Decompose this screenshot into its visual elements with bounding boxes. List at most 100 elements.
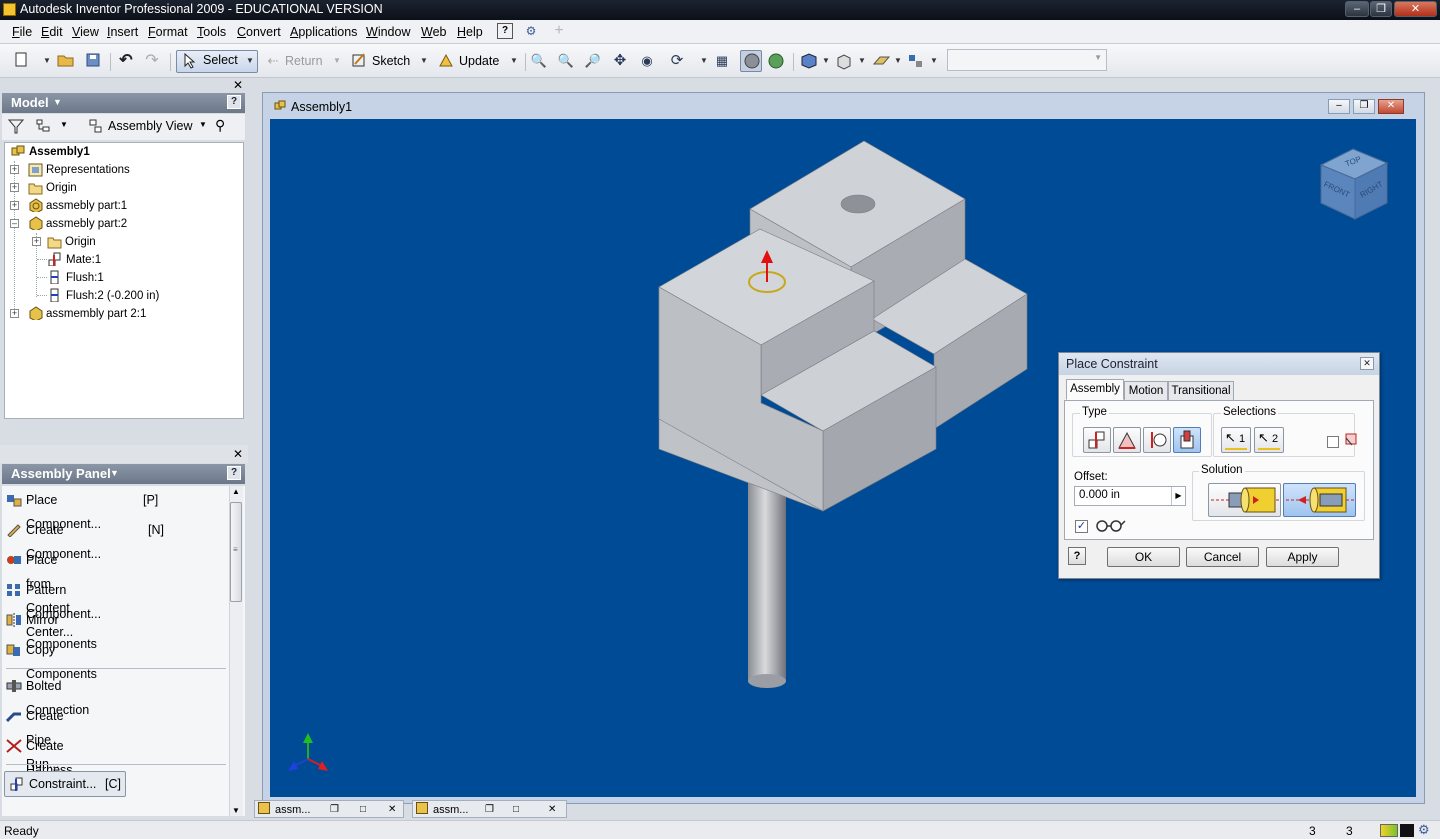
angle-constraint-button[interactable] [1113, 427, 1141, 453]
section-dropdown-icon[interactable]: ▼ [858, 52, 866, 70]
scroll-up-icon[interactable]: ▲ [232, 487, 240, 496]
panel-menu-arrow-icon[interactable]: ▼ [110, 468, 119, 478]
maximize-button[interactable]: ❐ [1370, 1, 1392, 17]
shaded-display-icon[interactable] [740, 50, 762, 72]
tab-motion[interactable]: Motion [1124, 381, 1168, 401]
expand-icon[interactable]: + [32, 237, 41, 246]
panel-help-icon[interactable]: ? [227, 466, 241, 480]
tangent-constraint-button[interactable] [1143, 427, 1171, 453]
filter-icon[interactable] [7, 118, 25, 137]
menu-format[interactable]: Format [148, 25, 188, 39]
dialog-help-icon[interactable]: ? [1068, 547, 1086, 565]
web-search-icon[interactable]: ⚙ [523, 23, 539, 39]
menu-edit[interactable]: Edit [41, 25, 63, 39]
doc-tab-1[interactable]: assm... ❐ □ ✕ [254, 800, 404, 818]
menu-tools[interactable]: Tools [197, 25, 226, 39]
cancel-button[interactable]: Cancel [1186, 547, 1259, 567]
doc-close-button[interactable]: ✕ [1378, 99, 1404, 114]
whats-this-icon[interactable]: ? [497, 23, 513, 39]
doc-tab-2[interactable]: assm... ❐ □ ✕ [412, 800, 567, 818]
doc-restore-button[interactable]: ❐ [1353, 99, 1375, 114]
sketch-dropdown-icon[interactable]: ▼ [420, 52, 428, 70]
minimize-button[interactable]: – [1345, 1, 1369, 17]
zoom-icon[interactable]: 🔎 [584, 52, 602, 70]
help-icon[interactable]: ? [227, 95, 241, 109]
return-button[interactable]: Return [285, 51, 323, 71]
update-button[interactable]: Update [459, 51, 499, 71]
expand-icon[interactable]: + [10, 183, 19, 192]
model-browser-header[interactable]: Model ▼ ? [2, 93, 245, 113]
aligned-solution-button[interactable] [1283, 483, 1356, 517]
zoom-all-icon[interactable]: 🔍 [530, 52, 548, 70]
view-dropdown-icon[interactable]: ▼ [822, 52, 830, 70]
open-file-icon[interactable] [57, 52, 75, 70]
view-dropdown-icon[interactable]: ▼ [199, 120, 207, 129]
zoom-window-icon[interactable]: 🔍 [557, 52, 575, 70]
pan-icon[interactable]: ✥ [611, 52, 629, 70]
constraint-item[interactable]: Constraint... [C] [4, 771, 126, 797]
assembly-view-label[interactable]: Assembly View [108, 119, 193, 133]
menu-web[interactable]: Web [421, 25, 446, 39]
component-dropdown-icon[interactable]: ▼ [930, 52, 938, 70]
dialog-title-bar[interactable]: Place Constraint ✕ [1059, 353, 1379, 375]
undo-icon[interactable]: ↶ [117, 52, 135, 70]
view-cube[interactable]: TOP FRONT RIGHT [1315, 143, 1395, 223]
tab-maximize-icon[interactable]: □ [360, 802, 366, 818]
menu-help[interactable]: Help [457, 25, 483, 39]
tab-restore-icon[interactable]: ❐ [330, 802, 339, 818]
preview-checkbox[interactable]: ✓ [1075, 520, 1088, 533]
options-dropdown-icon[interactable]: ▼ [60, 120, 68, 129]
rotate-icon[interactable]: ⟳ [668, 52, 686, 70]
assembly-panel-header[interactable]: Assembly Panel ▼ ? [2, 464, 245, 484]
apply-button[interactable]: Apply [1266, 547, 1339, 567]
expand-icon[interactable]: + [10, 201, 19, 210]
menu-insert[interactable]: Insert [107, 25, 138, 39]
ok-button[interactable]: OK [1107, 547, 1180, 567]
menu-window[interactable]: Window [366, 25, 410, 39]
panel-scroll-thumb[interactable]: ≡ [230, 502, 242, 602]
new-dropdown-icon[interactable]: ▼ [43, 52, 51, 70]
tab-close-icon[interactable]: ✕ [548, 802, 556, 818]
selection-1-button[interactable]: ↖ 1 [1221, 427, 1251, 453]
new-file-icon[interactable] [12, 52, 30, 70]
menu-applications[interactable]: Applications [290, 25, 357, 39]
close-panel-icon[interactable]: ✕ [233, 447, 243, 461]
browser-options-icon[interactable] [35, 118, 53, 137]
menu-file[interactable]: File [12, 25, 32, 39]
expand-icon[interactable]: + [10, 309, 19, 318]
offset-arrow-icon[interactable]: ▶ [1171, 487, 1185, 505]
tab-assembly[interactable]: Assembly [1066, 379, 1124, 400]
tab-transitional[interactable]: Transitional [1168, 381, 1234, 401]
menu-view[interactable]: View [72, 25, 99, 39]
doc-minimize-button[interactable]: – [1328, 99, 1350, 114]
work-plane-icon[interactable] [872, 52, 891, 70]
shadow-display-icon[interactable] [767, 52, 785, 70]
find-binoculars-icon[interactable]: ⚲ [215, 117, 225, 134]
menu-convert[interactable]: Convert [237, 25, 281, 39]
collapse-icon[interactable]: – [10, 219, 19, 228]
close-browser-icon[interactable]: ✕ [233, 78, 243, 92]
select-dropdown-icon[interactable]: ▼ [246, 52, 254, 70]
section-view-icon[interactable] [835, 52, 853, 70]
close-button[interactable]: ✕ [1394, 1, 1437, 17]
dialog-close-icon[interactable]: ✕ [1360, 357, 1374, 370]
zoom-selected-icon[interactable]: ◉ [638, 52, 656, 70]
opposed-solution-button[interactable] [1208, 483, 1281, 517]
save-icon[interactable] [84, 52, 102, 70]
component-icon[interactable] [907, 52, 925, 70]
selection-2-button[interactable]: ↖ 2 [1254, 427, 1284, 453]
expand-icon[interactable]: + [10, 165, 19, 174]
view-cube-icon[interactable] [800, 52, 818, 70]
tab-maximize-icon[interactable]: □ [513, 802, 519, 818]
redo-icon[interactable]: ↷ [143, 52, 161, 70]
rotate-dropdown-icon[interactable]: ▼ [700, 52, 708, 70]
panel-splitter[interactable]: ✕ [0, 445, 248, 463]
model-menu-arrow-icon[interactable]: ▼ [53, 97, 62, 107]
mate-constraint-button[interactable] [1083, 427, 1111, 453]
appearance-combo[interactable]: ▼ [947, 49, 1107, 71]
update-dropdown-icon[interactable]: ▼ [510, 52, 518, 70]
sketch-button[interactable]: Sketch [372, 51, 410, 71]
scroll-down-icon[interactable]: ▼ [232, 806, 240, 815]
tab-close-icon[interactable]: ✕ [388, 802, 396, 818]
insert-constraint-button[interactable] [1173, 427, 1201, 453]
